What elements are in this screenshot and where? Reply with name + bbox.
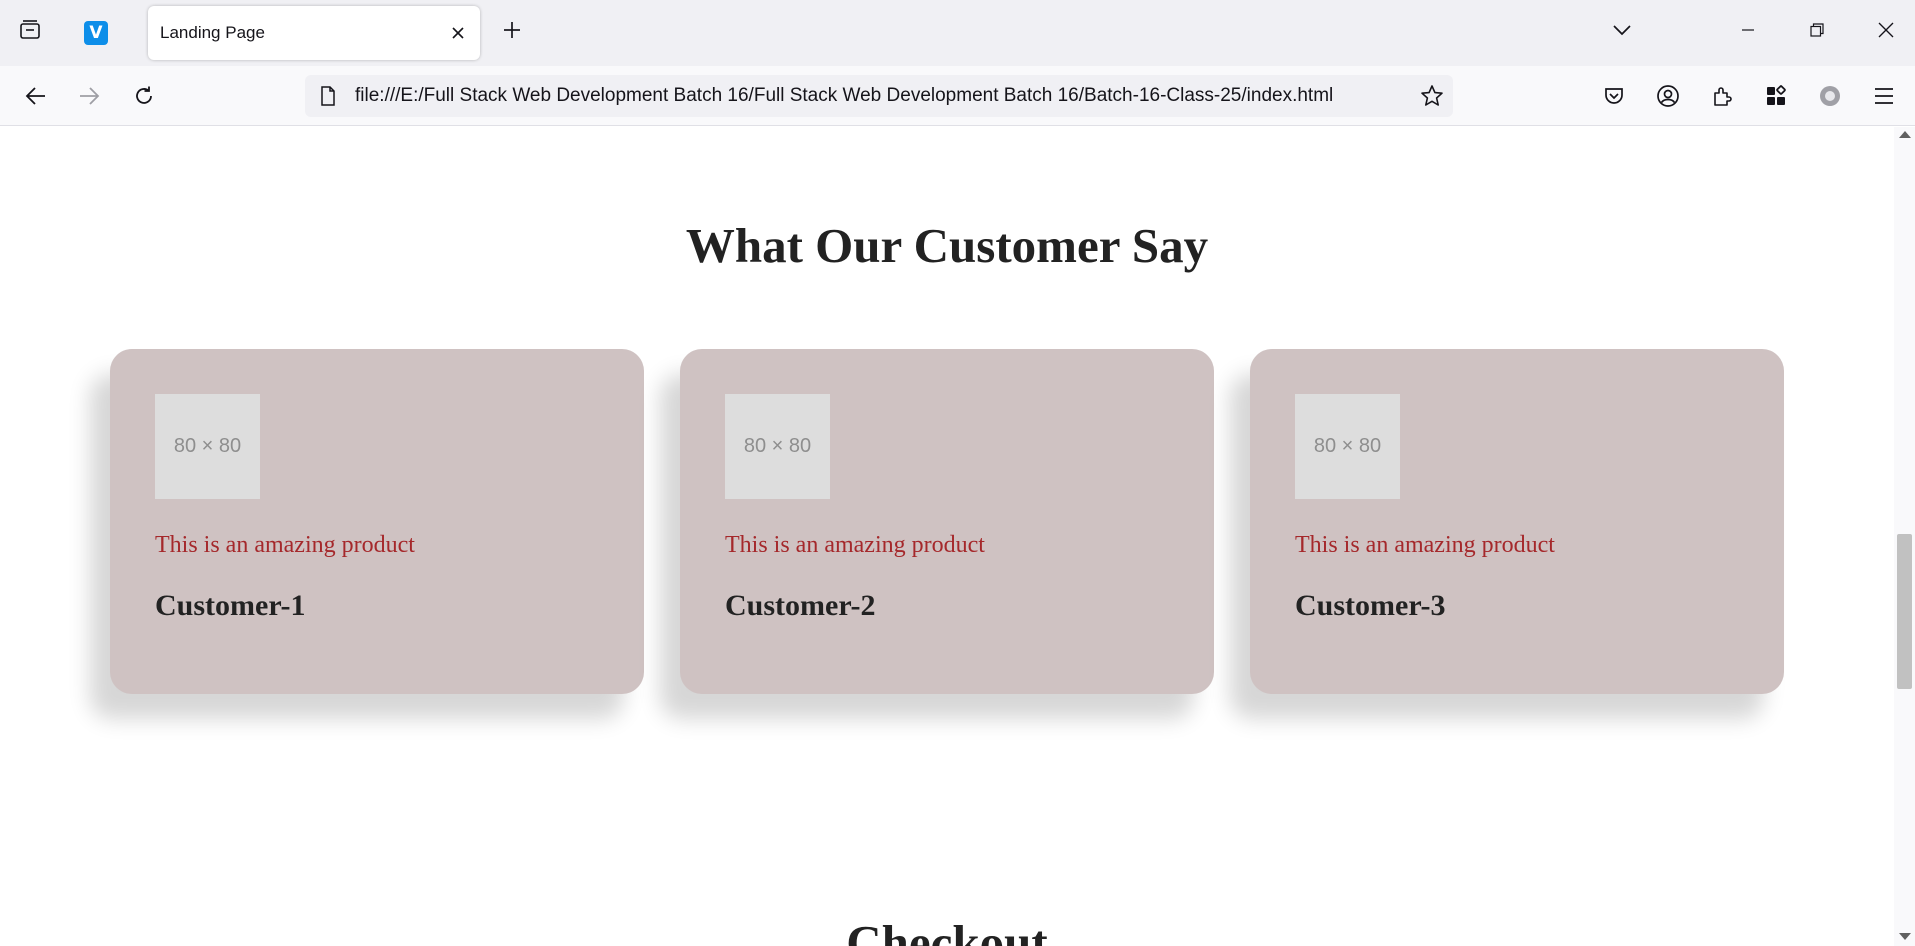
- account-button[interactable]: [1652, 80, 1684, 112]
- navigation-toolbar: file:///E:/Full Stack Web Development Ba…: [0, 66, 1915, 126]
- extensions-button[interactable]: [1706, 80, 1738, 112]
- pocket-button[interactable]: [1598, 80, 1630, 112]
- vimeo-icon: V: [84, 21, 108, 45]
- pinned-tab-vimeo[interactable]: V: [72, 9, 120, 57]
- close-tab-icon[interactable]: [446, 21, 470, 45]
- scroll-down-arrow-icon[interactable]: [1899, 933, 1911, 940]
- testimonial-quote: This is an amazing product: [155, 532, 415, 558]
- account-icon: [1657, 85, 1679, 107]
- plus-icon: [504, 22, 520, 38]
- page-viewport: What Our Customer Say 80 × 80 This is an…: [0, 127, 1894, 946]
- page-icon: [317, 85, 339, 107]
- tab-strip: V Landing Page: [0, 0, 1915, 66]
- url-text[interactable]: file:///E:/Full Stack Web Development Ba…: [355, 75, 1400, 117]
- vertical-scrollbar[interactable]: [1894, 127, 1915, 946]
- new-tab-button[interactable]: [496, 14, 528, 46]
- arrow-right-icon: [80, 87, 100, 105]
- customer-name: Customer-2: [725, 589, 876, 622]
- restore-icon: [1810, 23, 1824, 37]
- menu-button[interactable]: [1868, 80, 1900, 112]
- customer-image-placeholder: 80 × 80: [1295, 394, 1400, 499]
- testimonial-card: 80 × 80 This is an amazing product Custo…: [110, 349, 644, 694]
- hamburger-icon: [1875, 88, 1893, 104]
- checkout-heading: Checkout: [846, 915, 1048, 946]
- back-button[interactable]: [20, 80, 52, 112]
- address-bar[interactable]: file:///E:/Full Stack Web Development Ba…: [305, 75, 1453, 117]
- customer-image-placeholder: 80 × 80: [725, 394, 830, 499]
- star-icon[interactable]: [1419, 83, 1445, 109]
- chevron-down-icon: [1613, 25, 1631, 36]
- reload-icon: [136, 86, 152, 104]
- testimonial-card: 80 × 80 This is an amazing product Custo…: [1250, 349, 1784, 694]
- testimonial-cards: 80 × 80 This is an amazing product Custo…: [110, 349, 1784, 694]
- minimize-button[interactable]: [1732, 14, 1764, 46]
- tab-title: Landing Page: [160, 23, 265, 42]
- close-window-button[interactable]: [1870, 14, 1902, 46]
- forward-button[interactable]: [73, 80, 105, 112]
- arrow-left-icon: [25, 87, 45, 105]
- apps-button[interactable]: [1760, 80, 1792, 112]
- customer-name: Customer-1: [155, 589, 306, 622]
- pocket-icon: [1605, 88, 1623, 104]
- testimonial-card: 80 × 80 This is an amazing product Custo…: [680, 349, 1214, 694]
- circle-icon: [1820, 86, 1840, 106]
- minimize-icon: [1742, 29, 1754, 31]
- puzzle-icon: [1714, 87, 1732, 106]
- reload-button[interactable]: [128, 80, 160, 112]
- testimonial-quote: This is an amazing product: [1295, 532, 1555, 558]
- scroll-up-arrow-icon[interactable]: [1899, 131, 1911, 138]
- testimonials-heading: What Our Customer Say: [685, 218, 1209, 273]
- list-all-tabs-button[interactable]: [1606, 14, 1638, 46]
- restore-button[interactable]: [1801, 14, 1833, 46]
- tab-manager-icon[interactable]: [14, 14, 46, 46]
- testimonial-quote: This is an amazing product: [725, 532, 985, 558]
- customer-image-placeholder: 80 × 80: [155, 394, 260, 499]
- customer-name: Customer-3: [1295, 589, 1446, 622]
- close-icon: [1878, 22, 1894, 38]
- tab-landing-page[interactable]: Landing Page: [148, 6, 480, 60]
- profile-button[interactable]: [1814, 80, 1846, 112]
- apps-icon: [1767, 85, 1786, 105]
- scrollbar-thumb[interactable]: [1897, 534, 1912, 689]
